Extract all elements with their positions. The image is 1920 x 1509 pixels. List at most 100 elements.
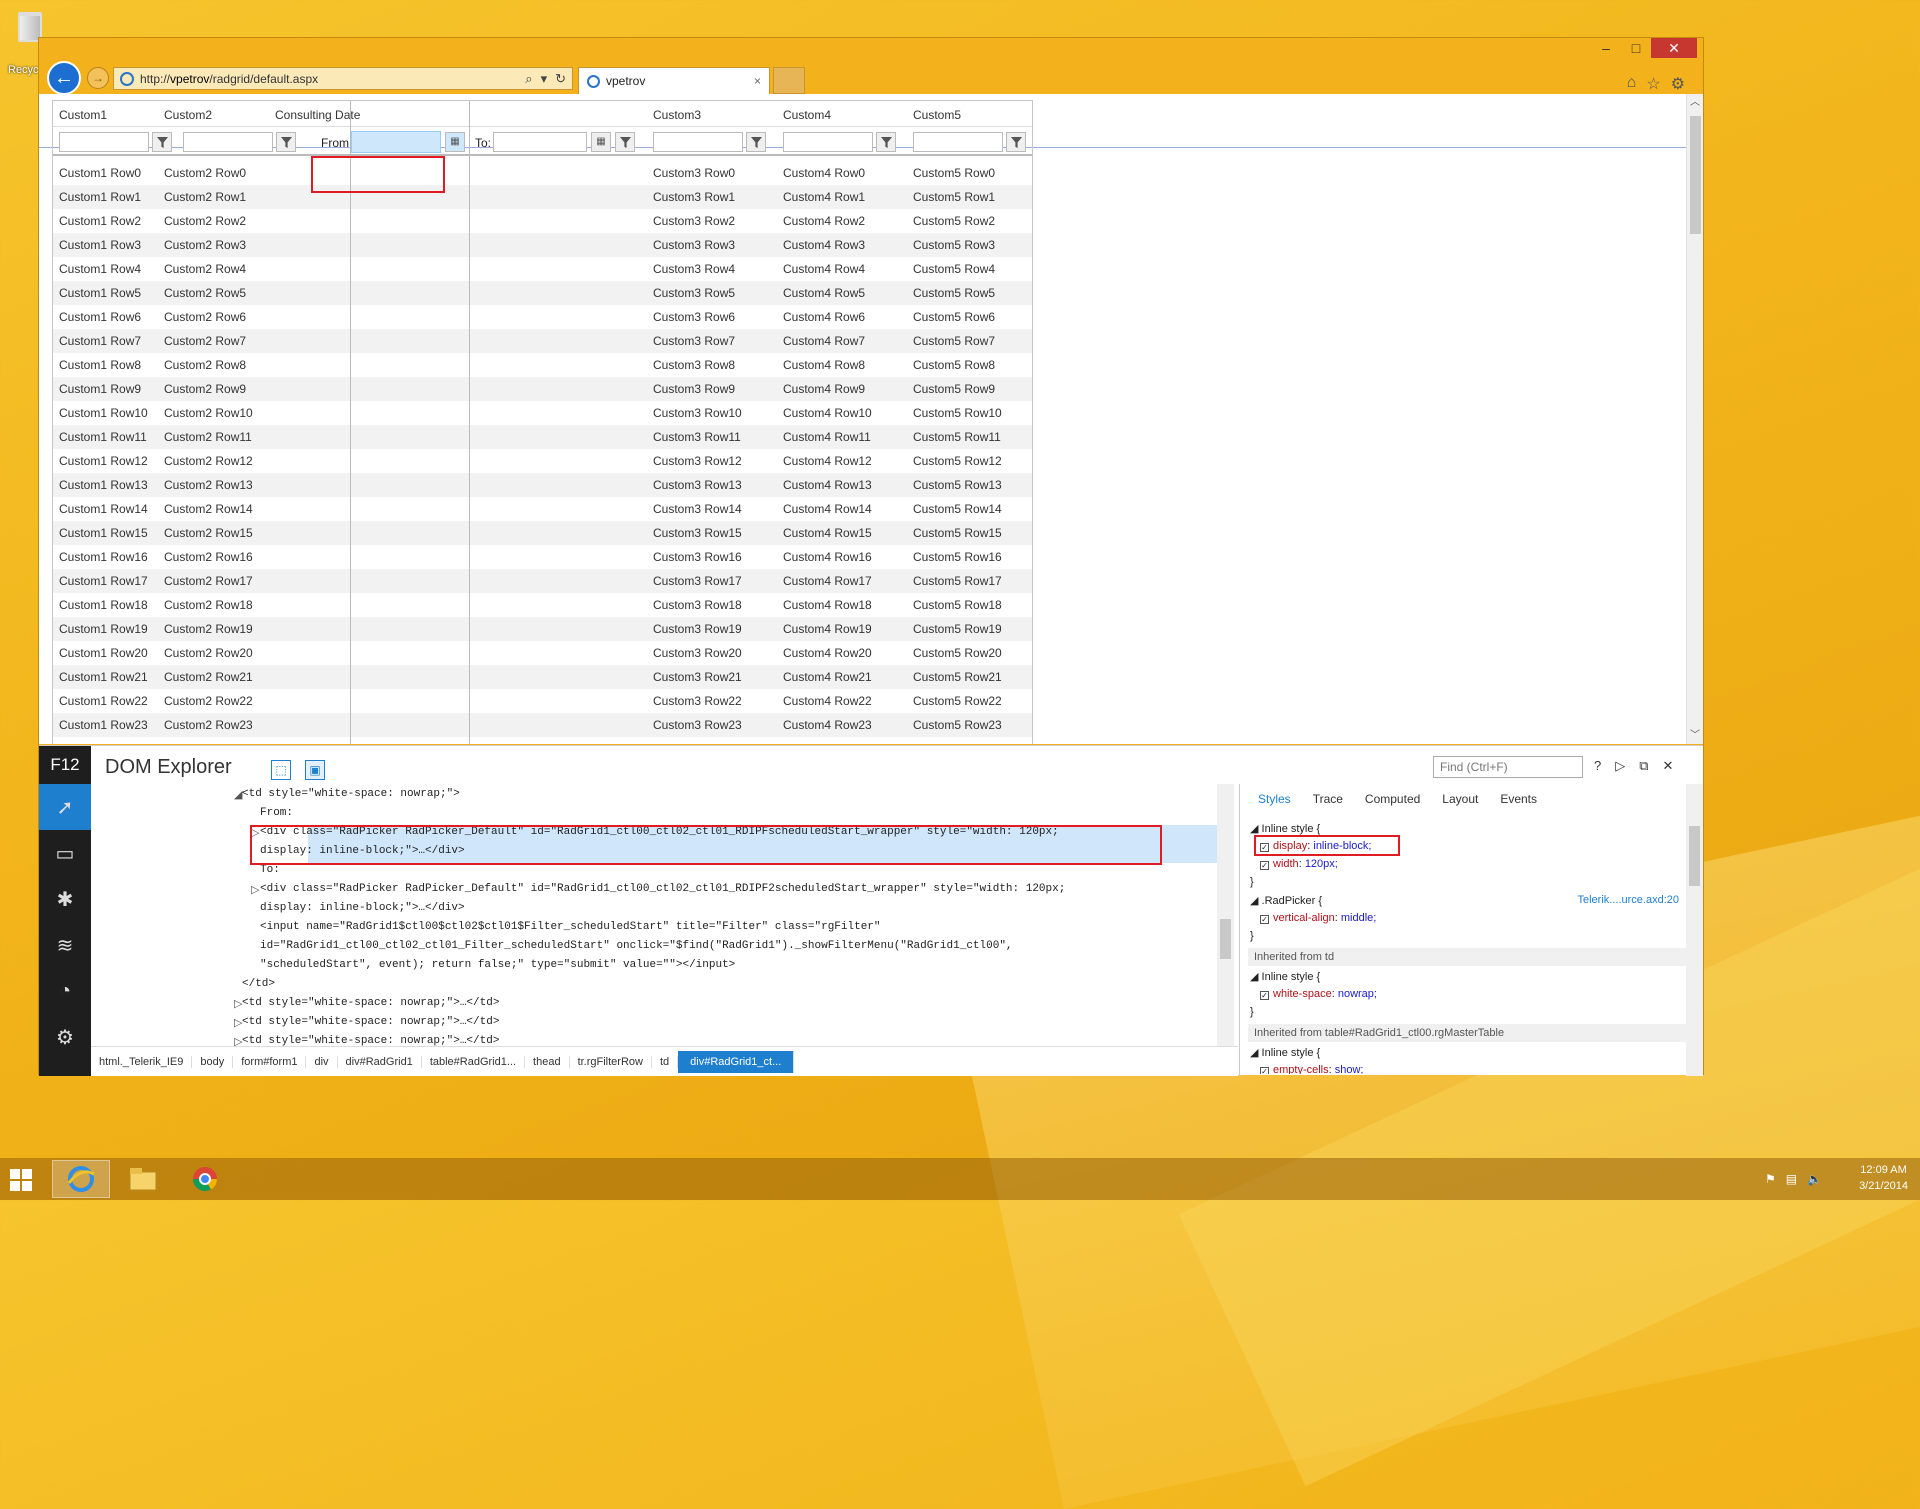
tab-events[interactable]: Events xyxy=(1500,792,1537,806)
start-button-icon[interactable] xyxy=(10,1169,32,1191)
forward-button[interactable]: → xyxy=(87,67,109,89)
tab-styles[interactable]: Styles xyxy=(1258,792,1291,806)
table-row[interactable]: Custom1 Row6 Custom2 Row6 Custom3 Row6 Cust… xyxy=(53,305,1032,329)
dom-node-div[interactable]: <div class="RadPicker RadPicker_Default"… xyxy=(260,883,1065,895)
table-row[interactable]: Custom1 Row5 Custom2 Row5 Custom3 Row5 Cust… xyxy=(53,281,1032,305)
expand-icon[interactable]: ▷ xyxy=(251,883,259,897)
filter-icon[interactable] xyxy=(152,132,172,152)
breadcrumb-item[interactable]: table#RadGrid1... xyxy=(422,1055,526,1068)
flag-icon[interactable]: ⚑ xyxy=(1765,1172,1776,1186)
devtools-close-icon[interactable]: ✕ xyxy=(1663,758,1674,774)
table-row[interactable]: Custom1 Row17 Custom2 Row17 Custom3 Row17 C… xyxy=(53,569,1032,593)
scroll-up-icon[interactable]: ︿ xyxy=(1687,94,1703,111)
filter-icon[interactable] xyxy=(276,132,296,152)
dom-node-td[interactable]: <td style="white-space: nowrap;">…</td> xyxy=(242,1016,499,1028)
console-toggle-icon[interactable]: ▷ xyxy=(1615,758,1625,774)
internet-explorer-taskbar-icon[interactable] xyxy=(52,1160,110,1198)
scroll-thumb[interactable] xyxy=(1689,826,1700,886)
breadcrumb-item[interactable]: html._Telerik_IE9 xyxy=(91,1055,193,1068)
clock[interactable]: 12:09 AM 3/21/2014 xyxy=(1859,1162,1908,1194)
refresh-icon[interactable]: ↻ xyxy=(555,71,566,87)
header-custom5[interactable]: Custom5 xyxy=(913,108,961,122)
maximize-button[interactable]: □ xyxy=(1621,38,1651,58)
tab-close-icon[interactable]: × xyxy=(754,74,761,88)
tab-layout[interactable]: Layout xyxy=(1442,792,1478,806)
calendar-icon[interactable]: ▦ xyxy=(445,132,465,152)
table-row[interactable]: Custom1 Row7 Custom2 Row7 Custom3 Row7 Cust… xyxy=(53,329,1032,353)
back-button[interactable]: ← xyxy=(47,61,81,95)
address-bar[interactable]: http://vpetrov/radgrid/default.aspx ⌕ ▾ … xyxy=(113,67,573,90)
network-icon[interactable]: ≋ xyxy=(39,922,91,968)
table-row[interactable]: Custom1 Row20 Custom2 Row20 Custom3 Row20 C… xyxy=(53,641,1032,665)
breadcrumb-item[interactable]: div xyxy=(306,1055,338,1068)
tab-vpetrov[interactable]: vpetrov × xyxy=(578,67,770,94)
breadcrumb-item[interactable]: body xyxy=(192,1055,234,1068)
close-button[interactable]: ✕ xyxy=(1651,38,1697,58)
expand-icon[interactable]: ▷ xyxy=(234,1016,242,1030)
dropdown-icon[interactable]: ▾ xyxy=(541,71,548,87)
header-custom3[interactable]: Custom3 xyxy=(653,108,701,122)
help-button[interactable]: ? xyxy=(1594,758,1601,774)
table-row[interactable]: Custom1 Row8 Custom2 Row8 Custom3 Row8 Cust… xyxy=(53,353,1032,377)
style-prop-empty-cells[interactable]: ✓ empty-cells: show; xyxy=(1260,1064,1364,1074)
search-icon[interactable]: ⌕ xyxy=(525,71,532,87)
tab-trace[interactable]: Trace xyxy=(1313,792,1343,806)
table-row[interactable]: Custom1 Row2 Custom2 Row2 Custom3 Row2 Cust… xyxy=(53,209,1032,233)
filter-icon[interactable] xyxy=(746,132,766,152)
select-element-icon[interactable]: ⬚ xyxy=(271,760,291,780)
header-custom4[interactable]: Custom4 xyxy=(783,108,831,122)
breadcrumb-item[interactable]: form#form1 xyxy=(233,1055,307,1068)
table-row[interactable]: Custom1 Row9 Custom2 Row9 Custom3 Row9 Cust… xyxy=(53,377,1032,401)
scroll-down-icon[interactable]: ﹀ xyxy=(1687,727,1703,744)
breadcrumb-item[interactable]: td xyxy=(652,1055,679,1068)
dom-node-input[interactable]: <input name="RadGrid1$ctl00$ctl02$ctl01$… xyxy=(260,921,881,933)
table-row[interactable]: Custom1 Row4 Custom2 Row4 Custom3 Row4 Cust… xyxy=(53,257,1032,281)
table-row[interactable]: Custom1 Row18 Custom2 Row18 Custom3 Row18 C… xyxy=(53,593,1032,617)
tab-computed[interactable]: Computed xyxy=(1365,792,1420,806)
style-prop-vertical-align[interactable]: ✓ vertical-align: middle; xyxy=(1260,912,1376,924)
dom-node-td[interactable]: <td style="white-space: nowrap;">…</td> xyxy=(242,997,499,1009)
page-scrollbar[interactable]: ︿ ﹀ xyxy=(1686,94,1703,744)
file-explorer-taskbar-icon[interactable] xyxy=(114,1160,172,1198)
filter-icon[interactable] xyxy=(1006,132,1026,152)
settings-gear-icon[interactable]: ⚙ xyxy=(1671,74,1685,94)
styles-scrollbar[interactable] xyxy=(1686,784,1703,1076)
volume-icon[interactable]: 🔈 xyxy=(1807,1172,1822,1186)
table-row[interactable]: Custom1 Row22 Custom2 Row22 Custom3 Row22 C… xyxy=(53,689,1032,713)
dom-node-input-cont[interactable]: id="RadGrid1_ctl00_ctl02_ctl01_Filter_sc… xyxy=(260,940,1013,952)
style-prop-width[interactable]: ✓ width: 120px; xyxy=(1260,858,1338,870)
table-row[interactable]: Custom1 Row23 Custom2 Row23 Custom3 Row23 C… xyxy=(53,713,1032,737)
dom-node-td[interactable]: <td style="white-space: nowrap;">…</td> xyxy=(242,1035,499,1046)
date-from-input[interactable] xyxy=(351,131,441,153)
performance-icon[interactable]: ◔ xyxy=(39,968,91,1014)
table-row[interactable]: Custom1 Row10 Custom2 Row10 Custom3 Row10 C… xyxy=(53,401,1032,425)
table-row[interactable]: Custom1 Row16 Custom2 Row16 Custom3 Row16 C… xyxy=(53,545,1032,569)
table-row[interactable]: Custom1 Row3 Custom2 Row3 Custom3 Row3 Cust… xyxy=(53,233,1032,257)
emulation-icon[interactable]: ⚙ xyxy=(39,1014,91,1060)
date-to-input[interactable] xyxy=(493,132,587,152)
filter-input-custom4[interactable] xyxy=(783,132,873,152)
scroll-thumb[interactable] xyxy=(1220,919,1231,959)
undock-icon[interactable]: ⧉ xyxy=(1639,758,1648,774)
table-row[interactable]: Custom1 Row14 Custom2 Row14 Custom3 Row14 C… xyxy=(53,497,1032,521)
scroll-thumb[interactable] xyxy=(1690,116,1701,234)
dom-explorer-icon[interactable]: ➚ xyxy=(39,784,91,830)
calendar-icon[interactable]: ▦ xyxy=(591,132,611,152)
style-prop-white-space[interactable]: ✓ white-space: nowrap; xyxy=(1260,988,1377,1000)
minimize-button[interactable]: – xyxy=(1591,38,1621,58)
filter-input-custom2[interactable] xyxy=(183,132,273,152)
highlight-elements-icon[interactable]: ▣ xyxy=(305,760,325,780)
breadcrumb-current[interactable]: div#RadGrid1_ct... xyxy=(678,1050,795,1073)
debugger-icon[interactable]: ✱ xyxy=(39,876,91,922)
find-input[interactable]: Find (Ctrl+F) xyxy=(1433,756,1583,778)
table-row[interactable]: Custom1 Row15 Custom2 Row15 Custom3 Row15 C… xyxy=(53,521,1032,545)
favorites-star-icon[interactable]: ☆ xyxy=(1646,74,1660,94)
table-row[interactable]: Custom1 Row0 Custom2 Row0 Custom3 Row0 Cust… xyxy=(53,161,1032,185)
table-row[interactable]: Custom1 Row12 Custom2 Row12 Custom3 Row12 C… xyxy=(53,449,1032,473)
network-tray-icon[interactable]: ▤ xyxy=(1786,1172,1797,1186)
dom-node-div-cont[interactable]: display: inline-block;">…</div> xyxy=(260,902,465,914)
dom-scrollbar[interactable] xyxy=(1217,784,1234,1046)
table-row[interactable]: Custom1 Row21 Custom2 Row21 Custom3 Row21 C… xyxy=(53,665,1032,689)
table-row[interactable]: Custom1 Row19 Custom2 Row19 Custom3 Row19 C… xyxy=(53,617,1032,641)
breadcrumb-item[interactable]: thead xyxy=(525,1055,570,1068)
